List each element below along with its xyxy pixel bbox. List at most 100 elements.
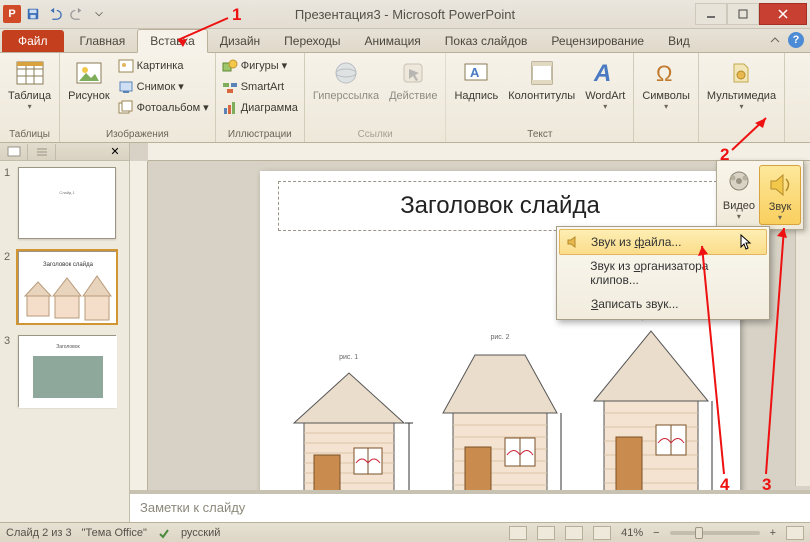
tab-design[interactable]: Дизайн [208, 30, 272, 52]
svg-text:Заголовок слайда: Заголовок слайда [43, 261, 94, 268]
qat-more-icon[interactable] [89, 4, 109, 24]
save-icon[interactable] [23, 4, 43, 24]
tab-slideshow[interactable]: Показ слайдов [433, 30, 540, 52]
svg-text:A: A [470, 65, 480, 80]
audio-dropdown: Звук из файла... Звук из организатора кл… [556, 226, 770, 320]
smartart-button[interactable]: SmartArt [220, 76, 300, 97]
minimize-button[interactable] [695, 3, 727, 25]
group-label-tables: Таблицы [4, 128, 55, 142]
clipart-button[interactable]: Картинка [116, 55, 211, 76]
close-button[interactable] [759, 3, 807, 25]
maximize-button[interactable] [727, 3, 759, 25]
symbols-button[interactable]: Ω Символы▾ [638, 55, 694, 113]
slides-tab-icon[interactable] [0, 144, 28, 160]
view-slideshow-icon[interactable] [593, 526, 611, 540]
help-icon[interactable]: ? [788, 32, 804, 48]
tab-view[interactable]: Вид [656, 30, 702, 52]
tab-insert[interactable]: Вставка [137, 29, 208, 53]
table-button[interactable]: Таблица▾ [4, 55, 55, 113]
media-flyout: Видео▾ Звук▾ [716, 160, 804, 230]
group-label-links: Ссылки [309, 128, 442, 142]
ribbon: Таблица▾ Таблицы Рисунок Картинка Снимок… [0, 53, 810, 143]
redo-icon[interactable] [67, 4, 87, 24]
fit-window-icon[interactable] [786, 526, 804, 540]
tab-transitions[interactable]: Переходы [272, 30, 352, 52]
audio-button[interactable]: Звук▾ [759, 165, 801, 225]
group-media: Мультимедиа▾ [699, 53, 785, 142]
view-reading-icon[interactable] [565, 526, 583, 540]
slide-title-text: Заголовок слайда [400, 192, 600, 220]
group-links: Гиперссылка Действие Ссылки [305, 53, 447, 142]
slide-canvas-area: Заголовок слайда рис. 1 ри [130, 143, 810, 522]
tab-review[interactable]: Рецензирование [539, 30, 656, 52]
shapes-button[interactable]: Фигуры ▾ [220, 55, 300, 76]
tab-home[interactable]: Главная [68, 30, 138, 52]
spellcheck-icon[interactable] [157, 526, 171, 540]
ruler-vertical [130, 161, 148, 522]
title-bar: P Презентация3 - Microsoft PowerPoint [0, 0, 810, 29]
app-icon[interactable]: P [3, 5, 21, 23]
wordart-button[interactable]: A WordArt▾ [581, 55, 629, 113]
thumbnail-3[interactable]: 3 Заголовок [0, 329, 129, 413]
slide-title-placeholder[interactable]: Заголовок слайда [278, 181, 722, 231]
media-button[interactable]: Мультимедиа▾ [703, 55, 780, 113]
house-2: рис. 2 [435, 334, 565, 513]
svg-text:Ω: Ω [656, 61, 672, 86]
window-controls [695, 3, 807, 25]
speaker-icon [565, 233, 583, 251]
record-audio[interactable]: Записать звук... [559, 291, 767, 317]
status-theme: "Тема Office" [82, 527, 147, 539]
headerfooter-button[interactable]: Колонтитулы [504, 55, 579, 104]
audio-from-organizer[interactable]: Звук из организатора клипов... [559, 255, 767, 291]
status-lang[interactable]: русский [181, 527, 220, 539]
thumbnail-1[interactable]: 1Слайд 1 [0, 161, 129, 245]
zoom-value[interactable]: 41% [621, 527, 643, 539]
group-text: A Надпись Колонтитулы A WordArt▾ Текст [446, 53, 634, 142]
textbox-button[interactable]: A Надпись [450, 55, 502, 104]
group-label-illustrations: Иллюстрации [220, 128, 300, 142]
file-tab[interactable]: Файл [2, 30, 64, 52]
picture-button[interactable]: Рисунок [64, 55, 114, 104]
photoalbum-button[interactable]: Фотоальбом ▾ [116, 97, 211, 118]
group-label-symbols [638, 139, 694, 142]
slide-thumbnails-panel: ✕ 1Слайд 1 2 Заголовок слайда 3 Заголово… [0, 143, 130, 522]
group-tables: Таблица▾ Таблицы [0, 53, 60, 142]
audio-from-file[interactable]: Звук из файла... [559, 229, 767, 255]
thumbnail-2[interactable]: 2 Заголовок слайда [0, 245, 129, 329]
thumbnails-tabs: ✕ [0, 143, 129, 161]
svg-text:A: A [593, 60, 611, 87]
view-sorter-icon[interactable] [537, 526, 555, 540]
zoom-in-icon[interactable]: + [770, 527, 776, 539]
group-label-images: Изображения [64, 128, 211, 142]
view-normal-icon[interactable] [509, 526, 527, 540]
group-label-media [703, 139, 780, 142]
cursor-icon [739, 233, 753, 251]
tab-animations[interactable]: Анимация [352, 30, 432, 52]
group-symbols: Ω Символы▾ [634, 53, 699, 142]
group-images: Рисунок Картинка Снимок ▾ Фотоальбом ▾ И… [60, 53, 216, 142]
status-slide-pos: Слайд 2 из 3 [6, 527, 72, 539]
window-title: Презентация3 - Microsoft PowerPoint [0, 7, 810, 22]
screenshot-button[interactable]: Снимок ▾ [116, 76, 211, 97]
house-3: рис. 3 [586, 314, 716, 513]
svg-text:Заголовок: Заголовок [56, 344, 80, 350]
zoom-slider[interactable] [670, 531, 760, 535]
group-label-text: Текст [450, 128, 629, 142]
hyperlink-button: Гиперссылка [309, 55, 383, 104]
action-button: Действие [385, 55, 441, 104]
status-bar: Слайд 2 из 3 "Тема Office" русский 41% −… [0, 522, 810, 542]
outline-tab-icon[interactable] [28, 144, 56, 160]
notes-placeholder: Заметки к слайду [140, 500, 245, 515]
group-illustrations: Фигуры ▾ SmartArt Диаграмма Иллюстрации [216, 53, 305, 142]
ribbon-minimize-icon[interactable] [768, 33, 782, 47]
video-button[interactable]: Видео▾ [719, 165, 759, 225]
workspace: ✕ 1Слайд 1 2 Заголовок слайда 3 Заголово… [0, 143, 810, 522]
slide[interactable]: Заголовок слайда рис. 1 ри [260, 171, 740, 522]
close-thumbs-icon[interactable]: ✕ [101, 144, 129, 160]
chart-button[interactable]: Диаграмма [220, 97, 300, 118]
notes-pane[interactable]: Заметки к слайду [130, 490, 810, 522]
ribbon-tabs: Файл Главная Вставка Дизайн Переходы Ани… [0, 29, 810, 53]
zoom-out-icon[interactable]: − [653, 527, 659, 539]
quick-access-toolbar: P [3, 4, 109, 24]
undo-icon[interactable] [45, 4, 65, 24]
